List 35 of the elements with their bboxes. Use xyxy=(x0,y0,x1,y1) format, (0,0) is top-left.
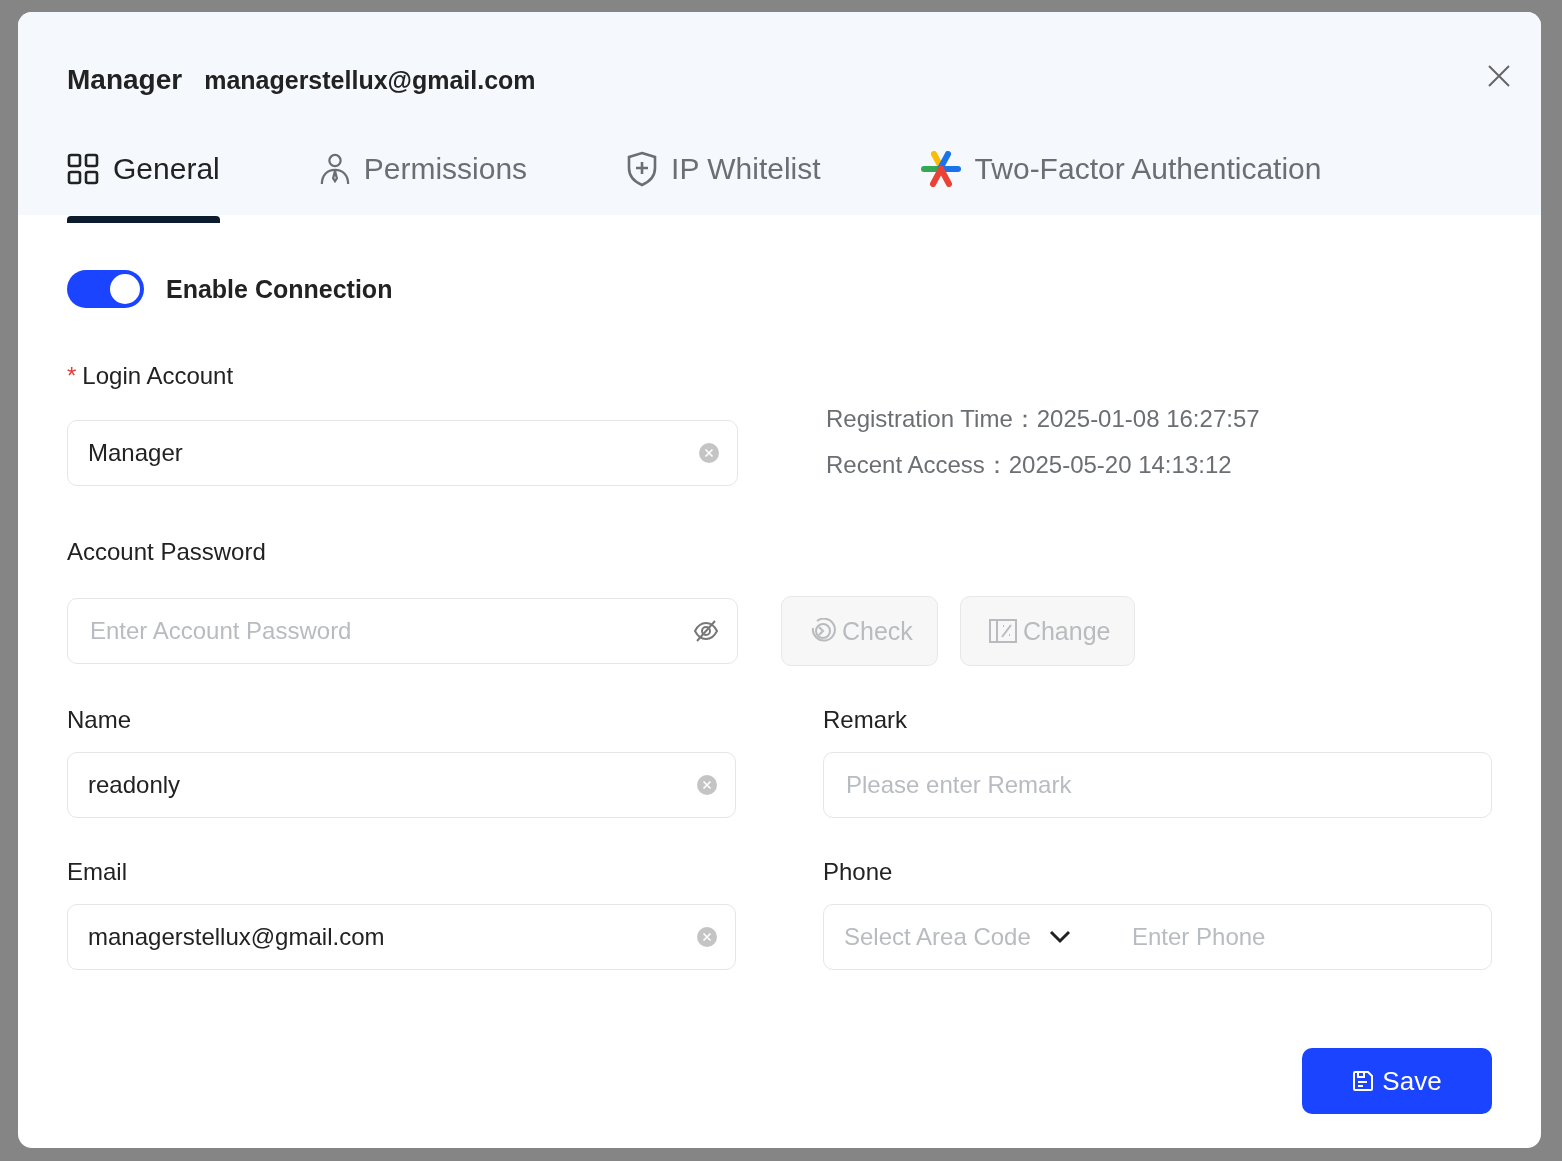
save-button[interactable]: Save xyxy=(1302,1048,1492,1114)
required-asterisk: * xyxy=(67,362,77,390)
person-icon xyxy=(319,151,350,186)
field-label: Remark xyxy=(823,706,908,734)
chevron-down-icon xyxy=(1048,930,1071,944)
input-field[interactable]: readonly xyxy=(67,752,736,818)
remark-field[interactable]: Please enter Remark xyxy=(823,752,1492,818)
info-text: Recent Access：2025-05-20 14:13:12 xyxy=(826,450,1233,480)
grid-icon xyxy=(67,152,99,185)
shield-plus-icon xyxy=(627,150,658,187)
password-input[interactable]: Enter Account Password xyxy=(88,616,693,646)
info-text: Registration Time：2025-01-08 16:27:57 xyxy=(826,404,1260,434)
phone-field[interactable]: Enter Phone xyxy=(1114,922,1491,952)
eye-off-icon[interactable] xyxy=(693,618,719,644)
field-label: Name xyxy=(67,706,133,734)
dialog-subtitle: managerstellux@gmail.com xyxy=(204,65,536,95)
tab[interactable]: General xyxy=(67,136,220,215)
tab[interactable]: Two-Factor Authentication xyxy=(920,136,1322,215)
field-label: Phone xyxy=(823,858,894,886)
circle-arrow-icon xyxy=(810,618,836,644)
password-field[interactable]: Enter Account Password xyxy=(67,598,738,664)
close-icon[interactable] xyxy=(1487,64,1511,88)
input-field[interactable]: managerstellux@gmail.com xyxy=(67,904,736,970)
toggle-label: Enable Connection xyxy=(166,274,393,304)
input-field[interactable]: Manager xyxy=(67,420,738,486)
asterisk-icon xyxy=(920,150,961,187)
tab[interactable]: Permissions xyxy=(319,136,528,215)
toggle-switch[interactable] xyxy=(67,270,144,308)
field-label: Login Account xyxy=(82,362,234,390)
field-label: Account Password xyxy=(67,538,266,566)
field-label: Email xyxy=(67,858,128,886)
edit-frame-icon xyxy=(988,619,1017,643)
tab[interactable]: IP Whitelist xyxy=(627,136,821,215)
remark-input[interactable]: Please enter Remark xyxy=(844,770,1473,800)
dialog-title: Manager xyxy=(67,64,183,96)
